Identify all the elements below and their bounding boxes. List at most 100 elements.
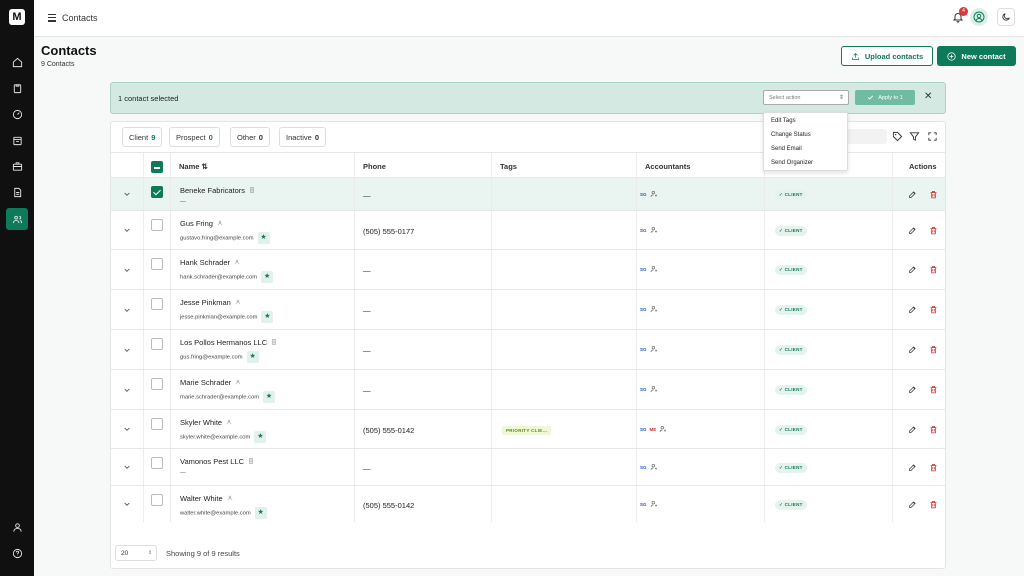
nav-document-icon[interactable] <box>6 181 28 203</box>
search-input[interactable] <box>843 129 887 144</box>
delete-icon[interactable] <box>929 190 939 200</box>
close-icon[interactable]: ✕ <box>924 91 932 102</box>
table-row[interactable]: Hank Schrader hank.schrader@example.com ★… <box>111 249 945 289</box>
table-row[interactable]: Skyler White skyler.white@example.com ★ (… <box>111 409 945 448</box>
nav-calendar-icon[interactable] <box>6 129 28 151</box>
star-icon[interactable]: ★ <box>254 507 267 519</box>
table-row[interactable]: Marie Schrader marie.schrader@example.co… <box>111 369 945 409</box>
delete-icon[interactable] <box>929 345 939 355</box>
row-checkbox[interactable] <box>151 298 163 310</box>
menu-item[interactable]: Edit Tags <box>771 118 796 124</box>
contact-name[interactable]: Marie Schrader <box>180 378 241 387</box>
delete-icon[interactable] <box>929 305 939 315</box>
nav-profile-icon[interactable] <box>6 516 28 538</box>
star-icon[interactable]: ★ <box>261 311 274 323</box>
contact-name[interactable]: Beneke Fabricators <box>180 186 255 195</box>
row-checkbox[interactable] <box>151 418 163 430</box>
delete-icon[interactable] <box>929 463 939 473</box>
row-checkbox[interactable] <box>151 457 163 469</box>
add-accountant-icon[interactable] <box>650 463 658 471</box>
chevron-down-icon[interactable] <box>123 306 131 314</box>
contact-name[interactable]: Jesse Pinkman <box>180 298 241 307</box>
header-name[interactable]: Name ⇅ <box>171 153 355 177</box>
select-all-checkbox[interactable] <box>151 161 163 173</box>
new-contact-button[interactable]: New contact <box>937 46 1016 66</box>
add-accountant-icon[interactable] <box>650 265 658 273</box>
tag-icon[interactable] <box>892 131 903 142</box>
table-row[interactable]: Vamonos Pest LLC — — SG ✓ CLIENT <box>111 448 945 485</box>
edit-icon[interactable] <box>908 500 918 510</box>
add-accountant-icon[interactable] <box>650 385 658 393</box>
edit-icon[interactable] <box>908 226 918 236</box>
table-row[interactable]: Jesse Pinkman jesse.pinkman@example.com ★… <box>111 289 945 329</box>
add-accountant-icon[interactable] <box>650 190 658 198</box>
chevron-down-icon[interactable] <box>123 226 131 234</box>
menu-item[interactable]: Send Email <box>771 146 802 152</box>
apply-action-button[interactable]: Apply to 1 <box>855 90 915 105</box>
filter-chip-client[interactable]: Client 9 <box>122 127 163 147</box>
add-accountant-icon[interactable] <box>650 226 658 234</box>
edit-icon[interactable] <box>908 345 918 355</box>
row-checkbox[interactable] <box>151 338 163 350</box>
add-accountant-icon[interactable] <box>650 500 658 508</box>
table-row[interactable]: Gus Fring gustavo.fring@example.com ★ (50… <box>111 210 945 249</box>
star-icon[interactable]: ★ <box>261 271 274 283</box>
user-avatar[interactable] <box>970 8 988 26</box>
menu-item[interactable]: Send Organizer <box>771 160 813 166</box>
contact-name[interactable]: Skyler White <box>180 418 232 427</box>
chevron-down-icon[interactable] <box>123 500 131 508</box>
chevron-down-icon[interactable] <box>123 190 131 198</box>
expand-icon[interactable] <box>927 131 938 142</box>
contact-name[interactable]: Gus Fring <box>180 219 223 228</box>
edit-icon[interactable] <box>908 425 918 435</box>
contact-name[interactable]: Los Pollos Hermanos LLC <box>180 338 277 347</box>
delete-icon[interactable] <box>929 425 939 435</box>
nav-clipboard-icon[interactable] <box>6 77 28 99</box>
edit-icon[interactable] <box>908 305 918 315</box>
edit-icon[interactable] <box>908 265 918 275</box>
row-checkbox[interactable] <box>151 186 163 198</box>
menu-icon[interactable] <box>48 14 56 22</box>
nav-contacts-icon[interactable] <box>6 208 28 230</box>
row-checkbox[interactable] <box>151 378 163 390</box>
star-icon[interactable]: ★ <box>257 232 270 244</box>
filter-chip-other[interactable]: Other 0 <box>230 127 270 147</box>
upload-contacts-button[interactable]: Upload contacts <box>841 46 933 66</box>
filter-chip-prospect[interactable]: Prospect 0 <box>169 127 220 147</box>
chevron-down-icon[interactable] <box>123 346 131 354</box>
star-icon[interactable]: ★ <box>246 351 259 363</box>
star-icon[interactable]: ★ <box>263 391 276 403</box>
nav-gauge-icon[interactable] <box>6 103 28 125</box>
nav-help-icon[interactable] <box>6 542 28 564</box>
filter-icon[interactable] <box>909 131 920 142</box>
app-logo[interactable]: M <box>9 9 25 25</box>
nav-briefcase-icon[interactable] <box>6 155 28 177</box>
contact-name[interactable]: Hank Schrader <box>180 258 240 267</box>
edit-icon[interactable] <box>908 190 918 200</box>
edit-icon[interactable] <box>908 463 918 473</box>
filter-chip-inactive[interactable]: Inactive 0 <box>279 127 327 147</box>
chevron-down-icon[interactable] <box>123 386 131 394</box>
add-accountant-icon[interactable] <box>650 345 658 353</box>
nav-home-icon[interactable] <box>6 51 28 73</box>
contact-name[interactable]: Vamonos Pest LLC <box>180 457 254 466</box>
row-checkbox[interactable] <box>151 494 163 506</box>
table-row[interactable]: Walter White walter.white@example.com ★ (… <box>111 485 945 522</box>
bulk-action-select[interactable]: Select action ⇕ <box>763 90 849 105</box>
row-checkbox[interactable] <box>151 258 163 270</box>
chevron-down-icon[interactable] <box>123 425 131 433</box>
delete-icon[interactable] <box>929 265 939 275</box>
theme-toggle[interactable] <box>997 8 1015 26</box>
star-icon[interactable]: ★ <box>254 431 267 443</box>
row-checkbox[interactable] <box>151 219 163 231</box>
delete-icon[interactable] <box>929 226 939 236</box>
delete-icon[interactable] <box>929 500 939 510</box>
contact-name[interactable]: Walter White <box>180 494 233 503</box>
menu-item[interactable]: Change Status <box>771 132 811 138</box>
table-row[interactable]: Beneke Fabricators — — SG ✓ CLIENT <box>111 177 945 210</box>
chevron-down-icon[interactable] <box>123 266 131 274</box>
table-row[interactable]: Los Pollos Hermanos LLC gus.fring@exampl… <box>111 329 945 369</box>
edit-icon[interactable] <box>908 385 918 395</box>
delete-icon[interactable] <box>929 385 939 395</box>
page-size-select[interactable]: 20 ⇕ <box>115 545 157 561</box>
